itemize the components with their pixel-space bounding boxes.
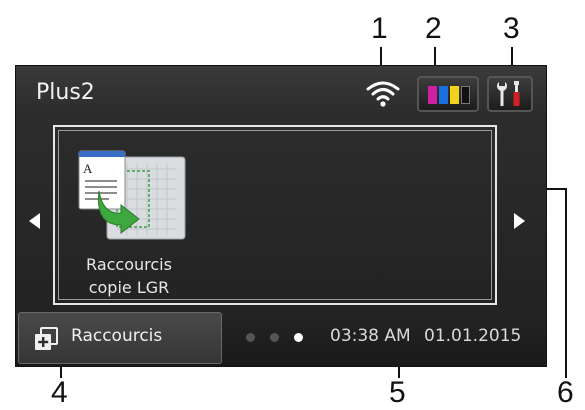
copy-shortcut-icon: A xyxy=(78,150,186,240)
shortcut-tile-label: Raccourcis copie LGR xyxy=(67,253,191,299)
callout-6: 6 xyxy=(557,376,574,409)
callout-3: 3 xyxy=(503,12,520,45)
callout-4: 4 xyxy=(51,376,68,409)
shortcuts-tab-button[interactable]: Raccourcis xyxy=(18,312,222,364)
tools-settings-icon xyxy=(497,81,520,106)
shortcut-tile-label-line1: Raccourcis xyxy=(86,255,172,274)
clock-date: 01.01.2015 xyxy=(424,326,522,346)
scroll-right-arrow-icon[interactable] xyxy=(510,209,530,233)
shortcuts-panel: A Raccourcis copie LGR xyxy=(53,125,497,305)
ink-levels-button[interactable] xyxy=(417,76,479,112)
settings-button[interactable] xyxy=(487,76,533,112)
ink-bar-magenta xyxy=(428,86,437,104)
shortcut-tile-label-line2: copie LGR xyxy=(88,278,170,297)
page-dot-2 xyxy=(270,333,279,342)
leader-line-6-vertical xyxy=(565,188,567,378)
shortcuts-plus-icon xyxy=(35,327,58,350)
ink-bar-yellow xyxy=(450,86,459,104)
callout-1: 1 xyxy=(371,12,388,45)
page-indicator-dots xyxy=(246,333,316,345)
touchscreen-display: Plus2 A Raccourcis copie LGR Raccourcis … xyxy=(15,65,547,367)
scroll-left-arrow-icon[interactable] xyxy=(24,209,44,233)
clock-time: 03:38 AM xyxy=(330,326,411,346)
callout-5: 5 xyxy=(389,376,406,409)
screen-title: Plus2 xyxy=(36,80,95,105)
callout-2: 2 xyxy=(425,12,442,45)
wifi-signal-icon[interactable] xyxy=(366,78,400,108)
ink-bar-cyan xyxy=(439,86,448,104)
page-dot-1 xyxy=(246,333,255,342)
bottom-bar: Raccourcis 03:38 AM 01.01.2015 xyxy=(16,312,546,366)
shortcut-tile-copy[interactable]: A Raccourcis copie LGR xyxy=(67,149,191,299)
ink-bar-black xyxy=(461,86,470,104)
shortcuts-tab-label: Raccourcis xyxy=(71,326,163,346)
svg-text:A: A xyxy=(83,161,93,176)
top-status-bar: Plus2 xyxy=(16,66,546,118)
page-dot-3 xyxy=(294,333,303,342)
